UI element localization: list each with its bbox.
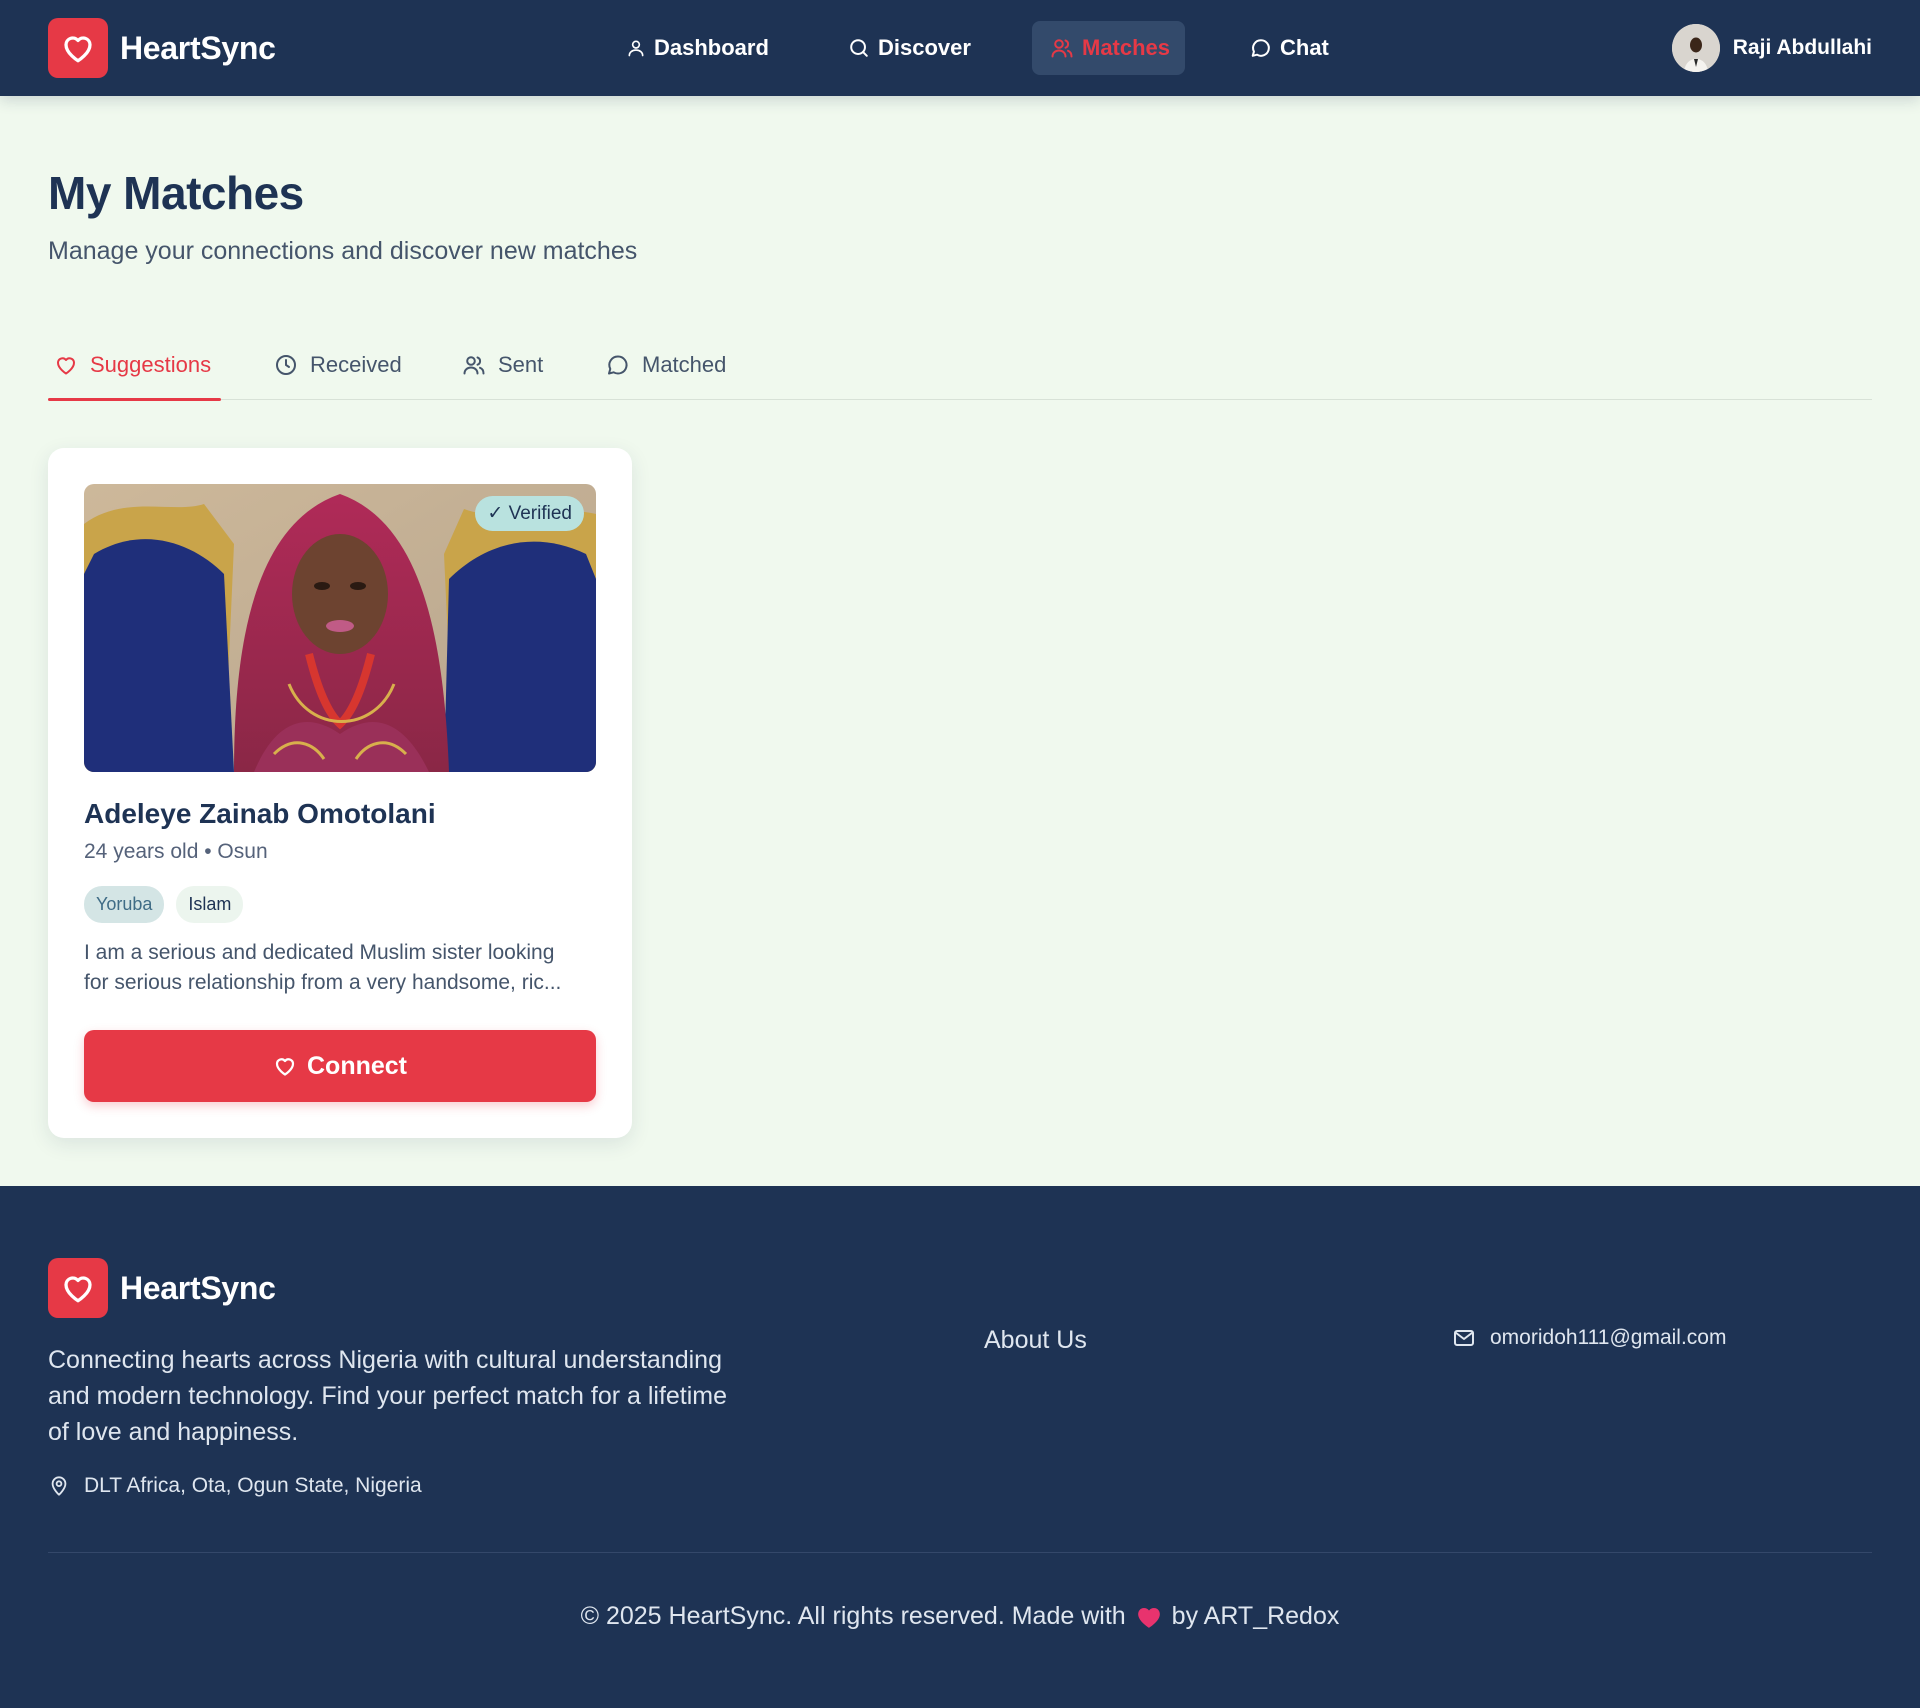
- footer-address: DLT Africa, Ota, Ogun State, Nigeria: [48, 1474, 422, 1498]
- nav-chat[interactable]: Chat: [1232, 21, 1347, 75]
- tab-received[interactable]: Received: [274, 330, 402, 400]
- heart-logo-icon: [48, 18, 108, 78]
- nav-chat-label: Chat: [1280, 35, 1329, 60]
- users-icon: [462, 353, 486, 377]
- footer-email[interactable]: omoridoh111@gmail.com: [1452, 1326, 1726, 1350]
- footer-about-us-link[interactable]: About Us: [984, 1326, 1087, 1355]
- matches-tabs: Suggestions Received Sent Matched: [48, 330, 1872, 401]
- mail-icon: [1452, 1326, 1476, 1350]
- nav-dashboard[interactable]: Dashboard: [608, 21, 787, 75]
- tag-religion: Islam: [176, 886, 244, 923]
- match-meta: 24 years old • Osun: [84, 840, 268, 863]
- footer-brand[interactable]: HeartSync: [48, 1258, 276, 1318]
- bio-line-2: for serious relationship from a very han…: [84, 971, 562, 994]
- brand-logo-link[interactable]: HeartSync: [48, 18, 276, 78]
- profile-photo[interactable]: ✓ Verified: [84, 484, 596, 772]
- page-title: My Matches: [48, 167, 304, 219]
- brand-name: HeartSync: [120, 29, 276, 66]
- connect-button[interactable]: Connect: [84, 1030, 596, 1102]
- heart-icon: [273, 1054, 297, 1078]
- chat-icon: [606, 353, 630, 377]
- nav-discover[interactable]: Discover: [830, 21, 989, 75]
- heart-logo-icon: [48, 1258, 108, 1318]
- nav-matches[interactable]: Matches: [1032, 21, 1185, 75]
- heart-icon: [54, 353, 78, 377]
- bio-line-1: I am a serious and dedicated Muslim sist…: [84, 941, 555, 964]
- copyright-suffix: by ART_Redox: [1171, 1602, 1340, 1630]
- page-subtitle: Manage your connections and discover new…: [48, 237, 638, 265]
- connect-button-label: Connect: [307, 1051, 407, 1080]
- nav-dashboard-label: Dashboard: [654, 35, 769, 60]
- verified-badge: ✓ Verified: [475, 496, 584, 531]
- match-card: ✓ Verified Adeleye Zainab Omotolani 24 y…: [48, 448, 632, 1138]
- footer-divider: [48, 1552, 1872, 1553]
- search-icon: [848, 37, 870, 59]
- copyright-prefix: © 2025 HeartSync. All rights reserved. M…: [580, 1602, 1126, 1630]
- footer-email-text: omoridoh111@gmail.com: [1490, 1326, 1727, 1349]
- tab-received-label: Received: [310, 352, 402, 377]
- heart-emoji-icon: [1136, 1605, 1162, 1629]
- match-bio: I am a serious and dedicated Muslim sist…: [84, 938, 604, 998]
- tab-suggestions-label: Suggestions: [90, 352, 212, 377]
- tab-matched-label: Matched: [642, 352, 727, 377]
- footer-about-text: Connecting hearts across Nigeria with cu…: [48, 1346, 728, 1446]
- nav-matches-label: Matches: [1082, 35, 1171, 60]
- location-pin-icon: [48, 1475, 70, 1497]
- footer-copyright: © 2025 HeartSync. All rights reserved. M…: [0, 1602, 1920, 1631]
- footer-brand-name: HeartSync: [120, 1269, 276, 1306]
- tab-sent-label: Sent: [498, 352, 544, 377]
- verified-badge-label: ✓ Verified: [487, 503, 572, 524]
- users-icon: [1050, 36, 1074, 60]
- tab-matched[interactable]: Matched: [606, 330, 726, 400]
- tag-ethnicity: Yoruba: [84, 886, 165, 923]
- user-name: Raji Abdullahi: [1732, 36, 1872, 59]
- match-name: Adeleye Zainab Omotolani: [84, 798, 436, 829]
- avatar: [1671, 24, 1720, 72]
- chat-icon: [1250, 37, 1272, 59]
- user-icon: [626, 38, 646, 58]
- match-tags: Yoruba Islam: [84, 886, 244, 923]
- tab-sent[interactable]: Sent: [462, 330, 543, 400]
- clock-icon: [274, 353, 298, 377]
- tab-suggestions[interactable]: Suggestions: [48, 330, 221, 401]
- user-menu[interactable]: Raji Abdullahi: [1671, 24, 1872, 72]
- footer-address-text: DLT Africa, Ota, Ogun State, Nigeria: [84, 1474, 422, 1497]
- nav-discover-label: Discover: [878, 35, 971, 60]
- footer: HeartSync Connecting hearts across Niger…: [0, 1186, 1920, 1708]
